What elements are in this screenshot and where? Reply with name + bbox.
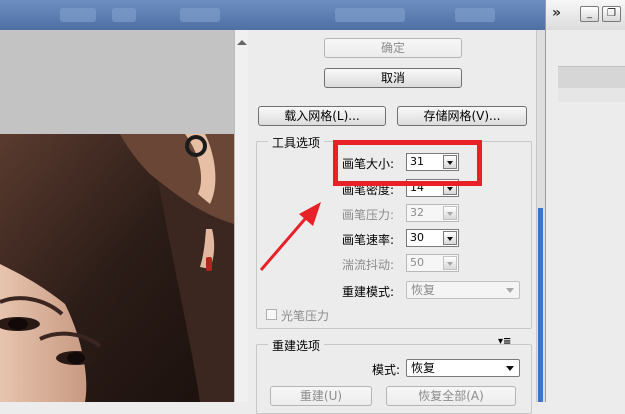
title-blur — [112, 8, 136, 22]
turbulent-jitter-value: 50 — [410, 256, 424, 269]
outer-app-panel: » _ ❐ — [545, 0, 625, 402]
reconstruct-button[interactable]: 重建(U) — [270, 386, 372, 406]
panel-scrollbar[interactable] — [536, 30, 545, 402]
tool-options-title: 工具选项 — [268, 134, 325, 151]
ok-button[interactable]: 确定 — [324, 38, 462, 58]
scroll-up-icon[interactable] — [237, 40, 247, 45]
minimize-button[interactable]: _ — [580, 6, 599, 22]
title-blur — [335, 8, 405, 22]
title-blur — [455, 8, 495, 22]
reconstruct-mode-select[interactable]: 恢复 — [406, 281, 520, 299]
reconstruct-options-title: 重建选项 — [268, 337, 325, 354]
mode-value: 恢复 — [411, 361, 436, 375]
restore-button[interactable]: ❐ — [602, 6, 621, 22]
preview-scrollbar[interactable] — [234, 30, 249, 402]
collapse-icon[interactable]: » — [552, 5, 561, 21]
brush-pressure-combo[interactable]: 32 — [406, 204, 459, 222]
save-mesh-button[interactable]: 存储网格(V)... — [397, 106, 527, 126]
mode-select[interactable]: 恢复 — [406, 359, 520, 377]
mode-label: 模式: — [372, 363, 401, 377]
brush-rate-label: 画笔速率: — [342, 233, 395, 247]
panel-scrollbar-thumb[interactable] — [538, 208, 543, 402]
annotation-arrow-icon — [259, 202, 321, 271]
load-mesh-button[interactable]: 载入网格(L)... — [258, 106, 386, 126]
dropdown-arrow-icon[interactable] — [443, 206, 457, 220]
restore-all-button[interactable]: 恢复全部(A) — [386, 386, 516, 406]
image-preview[interactable] — [0, 30, 234, 402]
panel-menu-icon[interactable]: ▾≡ — [498, 336, 511, 347]
window-title-bar — [0, 0, 545, 30]
brush-rate-value: 30 — [410, 231, 424, 244]
chevron-down-icon — [506, 366, 514, 371]
dropdown-arrow-icon[interactable] — [443, 231, 457, 245]
title-blur — [180, 8, 220, 22]
brush-rate-combo[interactable]: 30 — [406, 229, 459, 247]
outer-panel-band — [558, 66, 625, 90]
brush-pressure-label: 画笔压力: — [342, 208, 395, 222]
reconstruct-mode-label: 重建模式: — [342, 285, 395, 299]
cancel-button[interactable]: 取消 — [324, 68, 462, 88]
outer-panel-band — [558, 88, 625, 102]
brush-pressure-value: 32 — [410, 206, 424, 219]
portrait-image — [0, 134, 234, 402]
turbulent-jitter-label: 湍流抖动: — [342, 258, 395, 272]
stylus-pressure-label: 光笔压力 — [281, 309, 330, 323]
preview-photo — [0, 134, 234, 402]
dropdown-arrow-icon[interactable] — [443, 256, 457, 270]
turbulent-jitter-combo[interactable]: 50 — [406, 254, 459, 272]
stylus-pressure-checkbox[interactable] — [266, 309, 277, 320]
annotation-highlight-box — [333, 140, 482, 186]
title-blur — [60, 8, 96, 22]
chevron-down-icon — [506, 288, 514, 293]
reconstruct-mode-value: 恢复 — [411, 283, 436, 297]
